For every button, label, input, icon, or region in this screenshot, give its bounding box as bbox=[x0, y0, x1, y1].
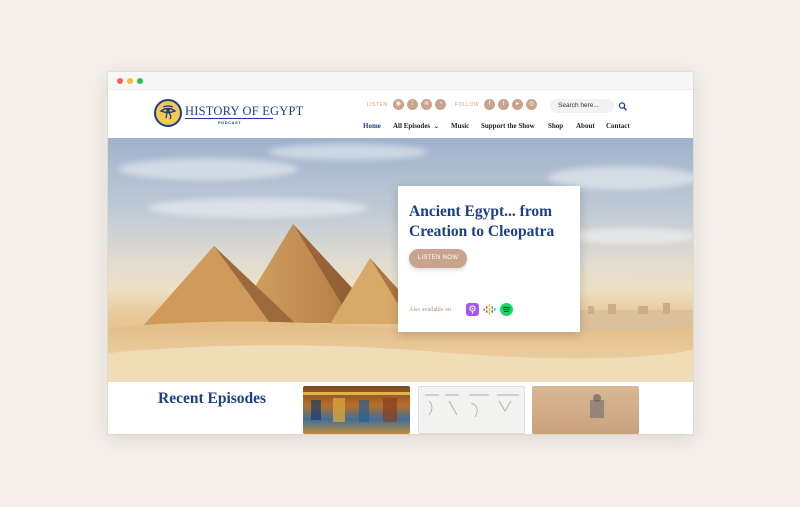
maximize-window-button[interactable] bbox=[137, 78, 143, 84]
chevron-down-icon: ⌄ bbox=[433, 124, 439, 130]
nav-item-about[interactable]: About bbox=[576, 122, 595, 130]
spotify-icon[interactable]: ≋ bbox=[421, 99, 432, 110]
hieroglyph-sketch-image bbox=[425, 394, 519, 418]
instagram-icon[interactable]: ◎ bbox=[526, 99, 537, 110]
search-icon[interactable] bbox=[618, 100, 628, 112]
episode-thumbnail[interactable] bbox=[418, 386, 525, 434]
close-window-button[interactable] bbox=[117, 78, 123, 84]
nav-item-contact[interactable]: Contact bbox=[606, 122, 630, 130]
hero-banner: Ancient Egypt... from Creation to Cleopa… bbox=[108, 138, 693, 382]
nav-item-all-episodes[interactable]: All Episodes ⌄ bbox=[393, 122, 439, 130]
nav-item-label: All Episodes bbox=[393, 122, 431, 130]
nav-item-music[interactable]: Music bbox=[451, 122, 469, 130]
nav-item-shop[interactable]: Shop bbox=[548, 122, 563, 130]
window-titlebar bbox=[108, 72, 693, 90]
hero-card: Ancient Egypt... from Creation to Cleopa… bbox=[398, 186, 580, 332]
recent-episodes-heading: Recent Episodes bbox=[158, 390, 267, 407]
google-podcasts-icon[interactable] bbox=[483, 303, 496, 316]
artifact-image bbox=[590, 394, 604, 418]
recent-episodes-section: Recent Episodes bbox=[108, 382, 693, 434]
minimize-window-button[interactable] bbox=[127, 78, 133, 84]
nav-item-home[interactable]: Home bbox=[363, 122, 381, 130]
follow-label: FOLLOW bbox=[455, 102, 480, 108]
apple-podcasts-icon[interactable] bbox=[466, 303, 479, 316]
google-podcasts-icon[interactable]: ⁞ bbox=[407, 99, 418, 110]
nav-item-support[interactable]: Support the Show bbox=[481, 122, 535, 130]
search-input[interactable]: Search here... bbox=[550, 99, 614, 113]
main-nav: Home All Episodes ⌄ Music Support the Sh… bbox=[108, 122, 693, 134]
egyptian-art-image bbox=[303, 392, 410, 422]
logo-divider bbox=[185, 118, 273, 119]
episode-thumbnail[interactable] bbox=[303, 386, 410, 434]
facebook-icon[interactable]: f bbox=[484, 99, 495, 110]
browser-window: HISTORY OF EGYPT PODCAST LISTEN ◉ ⁞ ≋ ◔ … bbox=[108, 72, 693, 434]
header-utility-bar: LISTEN ◉ ⁞ ≋ ◔ FOLLOW f t ▸ ◎ Search her… bbox=[108, 99, 693, 113]
listen-now-button[interactable]: LISTEN NOW bbox=[409, 249, 467, 268]
rss-icon[interactable]: ◔ bbox=[435, 99, 446, 110]
youtube-icon[interactable]: ▸ bbox=[512, 99, 523, 110]
also-available-label: Also available on bbox=[409, 307, 451, 313]
apple-podcasts-icon[interactable]: ◉ bbox=[393, 99, 404, 110]
spotify-icon[interactable] bbox=[500, 303, 513, 316]
twitter-icon[interactable]: t bbox=[498, 99, 509, 110]
episode-thumbnail[interactable] bbox=[532, 386, 639, 434]
hero-title: Ancient Egypt... from Creation to Cleopa… bbox=[409, 203, 555, 240]
listen-label: LISTEN bbox=[367, 102, 388, 108]
site-header: HISTORY OF EGYPT PODCAST LISTEN ◉ ⁞ ≋ ◔ … bbox=[108, 90, 693, 138]
